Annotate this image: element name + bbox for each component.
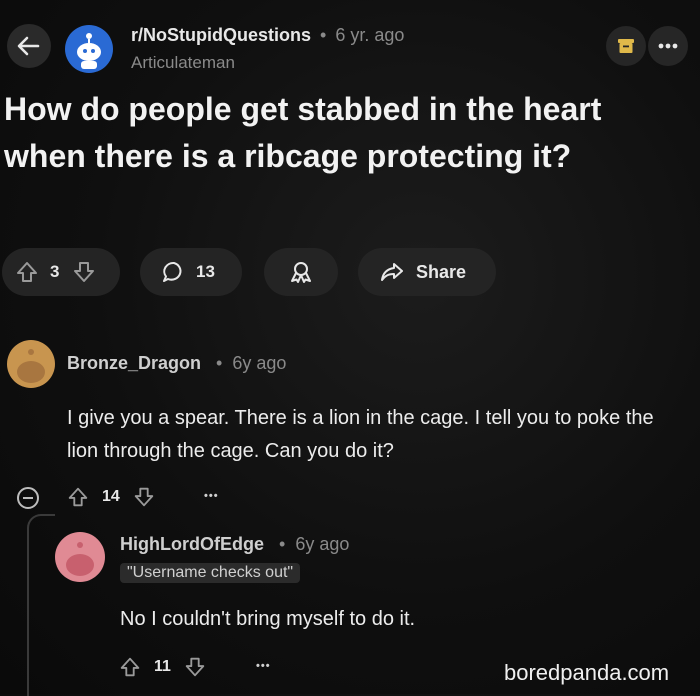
watermark: boredpanda.com [504,660,670,685]
award-button[interactable] [264,248,338,296]
comment-vote-count: 14 [102,488,120,505]
bookmark-icon [618,39,634,53]
reply-more-button[interactable]: ••• [256,660,271,672]
share-icon [381,263,403,281]
comment-separator: • [216,353,223,373]
reply-avatar[interactable] [55,532,105,582]
post-title: How do people get stabbed in the heart w… [4,91,602,174]
community-avatar[interactable] [65,25,113,73]
collapse-button[interactable] [16,486,40,510]
reply-separator: • [279,534,286,554]
post-age: 6 yr. ago [335,25,405,45]
comment-icon [163,261,182,282]
comment-more-button[interactable]: ••• [204,490,219,502]
downvote-icon[interactable] [71,259,97,285]
post-author[interactable]: Articulateman [131,53,235,73]
collapse-icon [17,487,39,509]
downvote-icon[interactable] [132,485,156,509]
upvote-icon[interactable] [66,485,90,509]
more-icon [658,43,678,49]
share-button[interactable]: Share [358,248,496,296]
award-icon [291,262,311,283]
save-button[interactable] [606,26,646,66]
reply-author[interactable]: HighLordOfEdge [120,534,264,554]
comment-age: 6y ago [232,353,287,373]
user-flair: "Username checks out" [120,563,301,583]
comment-body: I give you a spear. There is a lion in t… [67,407,654,462]
comment-author[interactable]: Bronze_Dragon [67,353,201,373]
back-arrow-icon [17,36,40,56]
thread-line [27,514,55,696]
more-options-button[interactable] [648,26,688,66]
reply-vote-count: 11 [154,658,171,675]
share-label: Share [416,261,467,282]
comment-vote-bar: 14 [66,485,156,509]
upvote-icon[interactable] [14,259,40,285]
snoo-icon [77,33,101,69]
downvote-icon[interactable] [183,655,207,679]
comments-button[interactable]: 13 [140,248,242,296]
back-button[interactable] [7,24,51,68]
comment-avatar[interactable] [7,340,55,388]
reply-vote-bar: 11 [118,655,207,679]
reply-body: No I couldn't bring myself to do it. [120,608,416,630]
vote-bar: 3 [2,248,120,296]
reply-age: 6y ago [295,534,350,554]
comment-count: 13 [196,262,215,281]
community-name[interactable]: r/NoStupidQuestions [131,25,311,45]
post-vote-count: 3 [50,262,60,281]
header-separator: • [320,25,327,45]
snoo-icon [17,349,45,383]
snoo-icon [66,542,94,576]
upvote-icon[interactable] [118,655,142,679]
